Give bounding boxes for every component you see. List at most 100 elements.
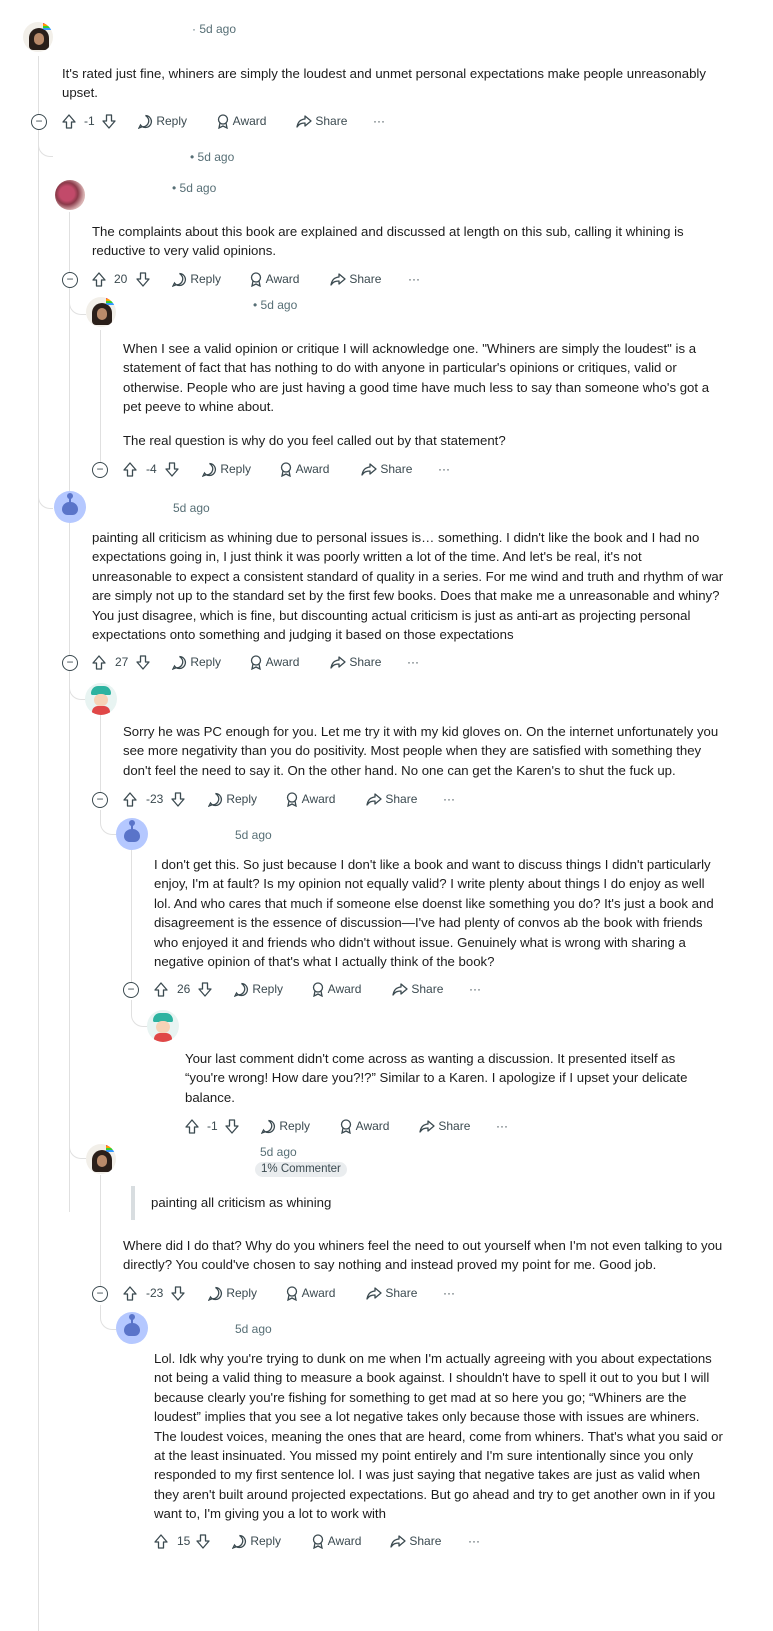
reply-button[interactable]: Reply <box>172 652 221 672</box>
share-button[interactable]: Share <box>330 652 381 672</box>
collapse-button[interactable]: − <box>62 655 78 671</box>
share-button[interactable]: Share <box>366 1283 417 1303</box>
downvote-icon <box>198 982 212 997</box>
award-icon <box>280 462 292 478</box>
award-button[interactable]: Award <box>311 979 361 999</box>
collapse-button[interactable]: − <box>31 114 47 130</box>
collapse-button[interactable]: − <box>92 462 108 478</box>
comment-body: When I see a valid opinion or critique I… <box>123 341 710 448</box>
avatar[interactable] <box>55 180 85 210</box>
reply-button[interactable]: Reply <box>232 1531 281 1551</box>
more-options-button[interactable]: ··· <box>438 459 450 479</box>
share-button[interactable]: Share <box>366 789 417 809</box>
reply-button[interactable]: Reply <box>234 979 283 999</box>
share-icon <box>296 115 312 128</box>
comment-actions: 15 Reply Award Share ··· <box>154 1531 494 1551</box>
avatar[interactable] <box>85 683 117 715</box>
reply-button[interactable]: Reply <box>261 1116 310 1136</box>
downvote-button[interactable] <box>102 111 116 131</box>
downvote-button[interactable] <box>136 652 150 672</box>
upvote-button[interactable] <box>123 789 137 809</box>
comment-timestamp: 5d ago <box>260 1145 297 1159</box>
comment-timestamp: 5d ago <box>173 501 210 515</box>
upvote-icon <box>123 462 137 477</box>
reply-button[interactable]: Reply <box>208 789 257 809</box>
upvote-button[interactable] <box>123 1283 137 1303</box>
award-button[interactable]: Award <box>279 459 329 479</box>
downvote-icon <box>102 114 116 129</box>
more-options-button[interactable]: ··· <box>443 789 455 809</box>
more-options-button[interactable]: ··· <box>443 1283 455 1303</box>
share-button[interactable]: Share <box>361 459 412 479</box>
more-options-button[interactable]: ··· <box>496 1116 508 1136</box>
avatar[interactable] <box>147 1010 179 1042</box>
collapse-button[interactable]: − <box>62 272 78 288</box>
downvote-icon <box>165 462 179 477</box>
downvote-button[interactable] <box>171 1283 185 1303</box>
avatar[interactable] <box>54 491 86 523</box>
award-icon <box>312 982 324 998</box>
thread-elbow <box>100 810 117 835</box>
thread-elbow <box>38 140 53 157</box>
award-button[interactable]: Award <box>249 269 299 289</box>
avatar[interactable] <box>86 1144 116 1174</box>
comment-timestamp: 5d ago <box>235 828 272 842</box>
user-flair-badge: 1% Commenter <box>255 1162 347 1177</box>
reply-button[interactable]: Reply <box>208 1283 257 1303</box>
collapse-button[interactable]: − <box>92 792 108 808</box>
reply-button[interactable]: Reply <box>138 111 187 131</box>
comment-actions: -23 Reply Award Share ··· <box>123 1283 463 1303</box>
more-options-button[interactable]: ··· <box>468 1531 480 1551</box>
more-options-button[interactable]: ··· <box>407 652 419 672</box>
comment-actions: -1 Reply Award Share ··· <box>62 111 402 131</box>
thread-elbow <box>69 290 86 315</box>
award-icon <box>250 272 262 288</box>
share-button[interactable]: Share <box>330 269 381 289</box>
thread-elbow <box>131 1000 148 1027</box>
thread-elbow <box>69 1130 86 1159</box>
award-button[interactable]: Award <box>285 789 335 809</box>
award-button[interactable]: Award <box>339 1116 389 1136</box>
award-button[interactable]: Award <box>216 111 266 131</box>
vote-count: 15 <box>177 1534 191 1548</box>
upvote-button[interactable] <box>123 459 137 479</box>
reply-icon <box>208 1287 222 1302</box>
share-button[interactable]: Share <box>392 979 443 999</box>
reply-icon <box>208 793 222 808</box>
downvote-button[interactable] <box>225 1116 239 1136</box>
reply-button[interactable]: Reply <box>202 459 251 479</box>
avatar[interactable] <box>23 22 53 52</box>
downvote-button[interactable] <box>136 269 150 289</box>
vote-count: -4 <box>146 462 157 476</box>
upvote-button[interactable] <box>154 979 168 999</box>
award-icon <box>250 655 262 671</box>
award-icon <box>312 1534 324 1550</box>
upvote-button[interactable] <box>92 652 106 672</box>
downvote-button[interactable] <box>165 459 179 479</box>
award-button[interactable]: Award <box>249 652 299 672</box>
downvote-button[interactable] <box>171 789 185 809</box>
award-button[interactable]: Award <box>285 1283 335 1303</box>
reply-button[interactable]: Reply <box>172 269 221 289</box>
comment-body: The complaints about this book are expla… <box>92 224 684 259</box>
award-button[interactable]: Award <box>311 1531 361 1551</box>
upvote-button[interactable] <box>62 111 76 131</box>
avatar[interactable] <box>116 818 148 850</box>
collapse-button[interactable]: − <box>92 1286 108 1302</box>
downvote-button[interactable] <box>198 979 212 999</box>
upvote-button[interactable] <box>154 1531 168 1551</box>
vote-count: 26 <box>177 982 191 996</box>
more-options-button[interactable]: ··· <box>469 979 481 999</box>
comment-body: Your last comment didn't come across as … <box>185 1051 688 1105</box>
upvote-button[interactable] <box>185 1116 199 1136</box>
avatar[interactable] <box>116 1312 148 1344</box>
more-options-button[interactable]: ··· <box>408 269 420 289</box>
more-options-button[interactable]: ··· <box>373 111 385 131</box>
avatar[interactable] <box>86 297 116 327</box>
downvote-button[interactable] <box>196 1531 210 1551</box>
collapse-button[interactable]: − <box>123 982 139 998</box>
upvote-button[interactable] <box>92 269 106 289</box>
share-button[interactable]: Share <box>390 1531 441 1551</box>
share-button[interactable]: Share <box>419 1116 470 1136</box>
share-button[interactable]: Share <box>296 111 347 131</box>
